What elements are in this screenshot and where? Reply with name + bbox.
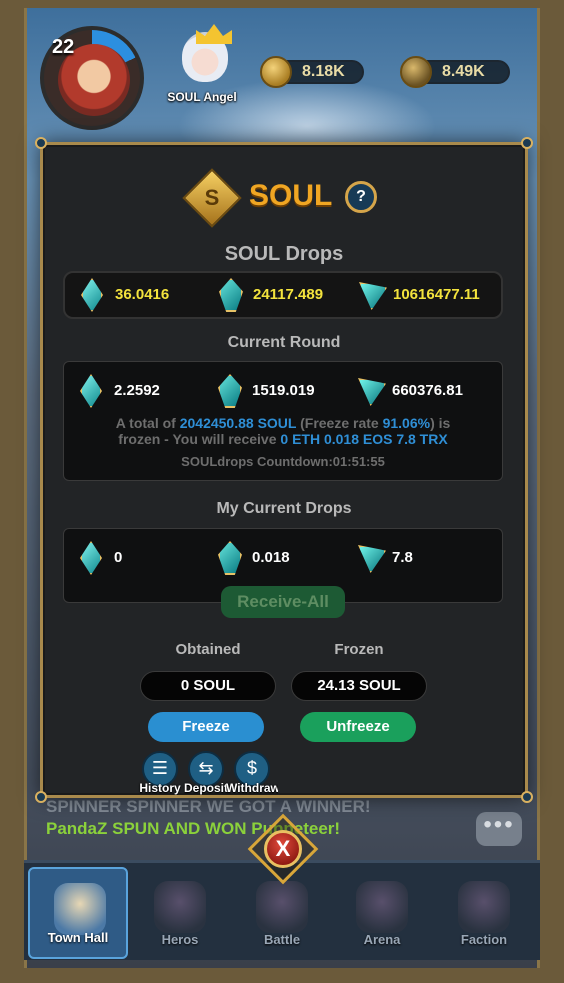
note-line2-prefix: frozen - You will receive [118, 431, 281, 447]
obtained-label: Obtained [175, 641, 241, 658]
help-button[interactable]: ? [345, 181, 377, 213]
my-drops-heading: My Current Drops [216, 500, 352, 517]
drops-countdown: SOULdrops Countdown:01:51:55 [181, 454, 385, 469]
bag-currency[interactable]: 8.49K [400, 56, 510, 88]
history-button[interactable]: ☰ History [139, 751, 181, 807]
trx-gem-icon [358, 545, 386, 573]
history-label: History [139, 781, 181, 795]
eth-gem-icon [80, 541, 102, 575]
trx-gem-icon [359, 282, 387, 310]
money-bag-icon [400, 56, 432, 88]
nav-label: Battle [263, 932, 301, 947]
round-value: 1519.019 [252, 382, 315, 399]
eos-gem-icon [218, 541, 242, 575]
corner-rivet [35, 791, 47, 803]
nav-label: Arena [363, 932, 401, 947]
deposit-label: Deposit [183, 781, 228, 795]
eth-gem-icon [80, 374, 102, 408]
obtained-value: 0 SOUL [140, 671, 276, 701]
corner-rivet [521, 137, 533, 149]
castle-icon [54, 883, 106, 935]
note-freeze-rate: 91.06% [382, 415, 431, 431]
receive-all-button[interactable]: Receive-All [221, 586, 345, 618]
close-control: X [244, 810, 322, 888]
note-freeze-close: ) is [430, 415, 451, 431]
mine-value: 7.8 [392, 549, 413, 566]
frozen-label: Frozen [334, 641, 384, 658]
hero-name: SOUL Angel [167, 90, 237, 104]
arena-icon [356, 881, 408, 933]
nav-tab-faction[interactable]: Faction [434, 867, 534, 959]
soul-modal: S SOUL ? SOUL Drops 36.0416 24117.489 10… [35, 137, 533, 803]
withdraw-button[interactable]: $ Withdraw [226, 751, 278, 807]
nav-label: Heros [161, 932, 199, 947]
note-receive: 0 ETH 0.018 EOS 7.8 TRX [280, 431, 448, 447]
soul-drops-heading: SOUL Drops [224, 243, 344, 265]
soul-drops-panel: 36.0416 24117.489 10616477.11 [63, 271, 503, 319]
nav-label: Town Hall [47, 930, 109, 945]
current-round-heading: Current Round [227, 334, 341, 351]
gold-coin-icon [260, 56, 292, 88]
round-value: 660376.81 [392, 382, 463, 399]
deposit-button[interactable]: ⇆ Deposit [184, 751, 228, 807]
bag-amount: 8.49K [442, 63, 485, 80]
round-summary-note: A total of 2042450.88 SOUL (Freeze rate … [64, 415, 502, 447]
chat-icon[interactable]: ••• [476, 812, 522, 846]
mine-value: 0 [114, 549, 123, 566]
gold-amount: 8.18K [302, 63, 345, 80]
mine-value: 0.018 [252, 549, 290, 566]
nav-tab-arena[interactable]: Arena [332, 867, 432, 959]
trx-gem-icon [358, 378, 386, 406]
note-soul-total: 2042450.88 SOUL [179, 415, 297, 431]
unfreeze-button[interactable]: Unfreeze [300, 712, 416, 742]
eth-gem-icon [81, 278, 103, 312]
battle-icon [256, 881, 308, 933]
corner-rivet [35, 137, 47, 149]
hero-shield-icon [154, 881, 206, 933]
close-button[interactable]: X [264, 830, 302, 868]
modal-title-row: S SOUL ? [43, 168, 525, 228]
drop-value: 36.0416 [115, 286, 170, 303]
modal-title: SOUL [249, 179, 333, 212]
soul-emblem-icon: S [182, 168, 242, 228]
current-round-panel: 2.2592 1519.019 660376.81 A total of 204… [63, 361, 503, 481]
player-level: 22 [52, 36, 75, 58]
withdraw-label: Withdraw [226, 781, 278, 795]
corner-rivet [521, 791, 533, 803]
faction-icon [458, 881, 510, 933]
eos-gem-icon [218, 374, 242, 408]
freeze-button[interactable]: Freeze [148, 712, 264, 742]
soul-emblem-letter: S [204, 185, 220, 210]
gold-currency[interactable]: 8.18K [260, 56, 364, 88]
nav-tab-town-hall[interactable]: Town Hall [28, 867, 128, 959]
round-value: 2.2592 [114, 382, 160, 399]
eos-gem-icon [219, 278, 243, 312]
frozen-value: 24.13 SOUL [291, 671, 427, 701]
note-prefix: A total of [115, 415, 180, 431]
nav-label: Faction [460, 932, 508, 947]
drop-value: 24117.489 [253, 286, 324, 303]
note-freeze-open: (Freeze rate [296, 415, 383, 431]
nav-tab-heros[interactable]: Heros [130, 867, 230, 959]
drop-value: 10616477.11 [393, 286, 480, 303]
